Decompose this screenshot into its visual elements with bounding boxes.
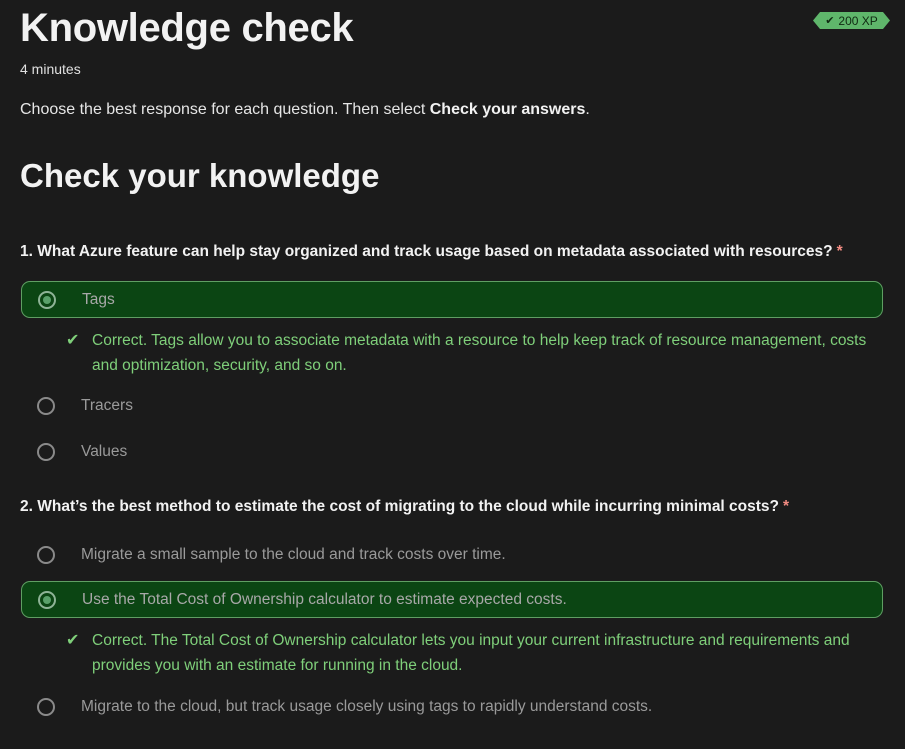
q1-option-tracers[interactable]: Tracers (21, 387, 883, 424)
instructions: Choose the best response for each questi… (20, 101, 590, 119)
duration-label: 4 minutes (20, 61, 81, 77)
q2-option-tco[interactable]: Use the Total Cost of Ownership calculat… (21, 581, 883, 618)
q1-feedback: ✔ Correct. Tags allow you to associate m… (66, 328, 876, 378)
xp-label: 200 XP (838, 13, 878, 28)
question-1: 1. What Azure feature can help stay orga… (20, 243, 843, 261)
required-mark: * (836, 243, 843, 260)
radio-icon[interactable] (37, 697, 55, 716)
xp-badge: ✔ 200 XP (813, 12, 890, 29)
radio-selected-icon[interactable] (38, 290, 56, 309)
option-label: Values (81, 442, 128, 460)
option-label: Tracers (81, 396, 133, 414)
instructions-prefix: Choose the best response for each questi… (20, 101, 430, 118)
option-label: Use the Total Cost of Ownership calculat… (82, 590, 567, 608)
radio-icon[interactable] (37, 396, 55, 415)
correct-check-icon: ✔ (66, 332, 80, 349)
page-title: Knowledge check (20, 6, 354, 50)
radio-selected-icon[interactable] (38, 590, 56, 609)
feedback-text: Correct. Tags allow you to associate met… (92, 332, 867, 374)
option-label: Migrate to the cloud, but track usage cl… (81, 697, 653, 715)
q2-feedback: ✔ Correct. The Total Cost of Ownership c… (66, 628, 876, 678)
q2-option-tags[interactable]: Migrate to the cloud, but track usage cl… (21, 688, 883, 725)
correct-check-icon: ✔ (66, 632, 80, 649)
required-mark: * (783, 498, 790, 515)
section-heading: Check your knowledge (20, 157, 380, 194)
instructions-bold: Check your answers (429, 101, 586, 118)
q1-option-tags[interactable]: Tags (21, 281, 883, 318)
question-2-text: 2. What’s the best method to estimate th… (20, 498, 780, 515)
option-label: Migrate a small sample to the cloud and … (81, 545, 506, 563)
radio-icon[interactable] (37, 442, 55, 461)
q2-option-sample[interactable]: Migrate a small sample to the cloud and … (21, 536, 883, 573)
knowledge-check-page: Knowledge check 4 minutes ✔ 200 XP Choos… (0, 0, 905, 749)
radio-icon[interactable] (37, 545, 55, 564)
instructions-suffix: . (585, 101, 590, 118)
question-2: 2. What’s the best method to estimate th… (20, 498, 789, 516)
question-1-text: 1. What Azure feature can help stay orga… (20, 243, 833, 260)
check-icon: ✔ (825, 15, 835, 27)
option-label: Tags (82, 290, 115, 308)
q1-option-values[interactable]: Values (21, 433, 883, 470)
feedback-text: Correct. The Total Cost of Ownership cal… (92, 632, 850, 674)
